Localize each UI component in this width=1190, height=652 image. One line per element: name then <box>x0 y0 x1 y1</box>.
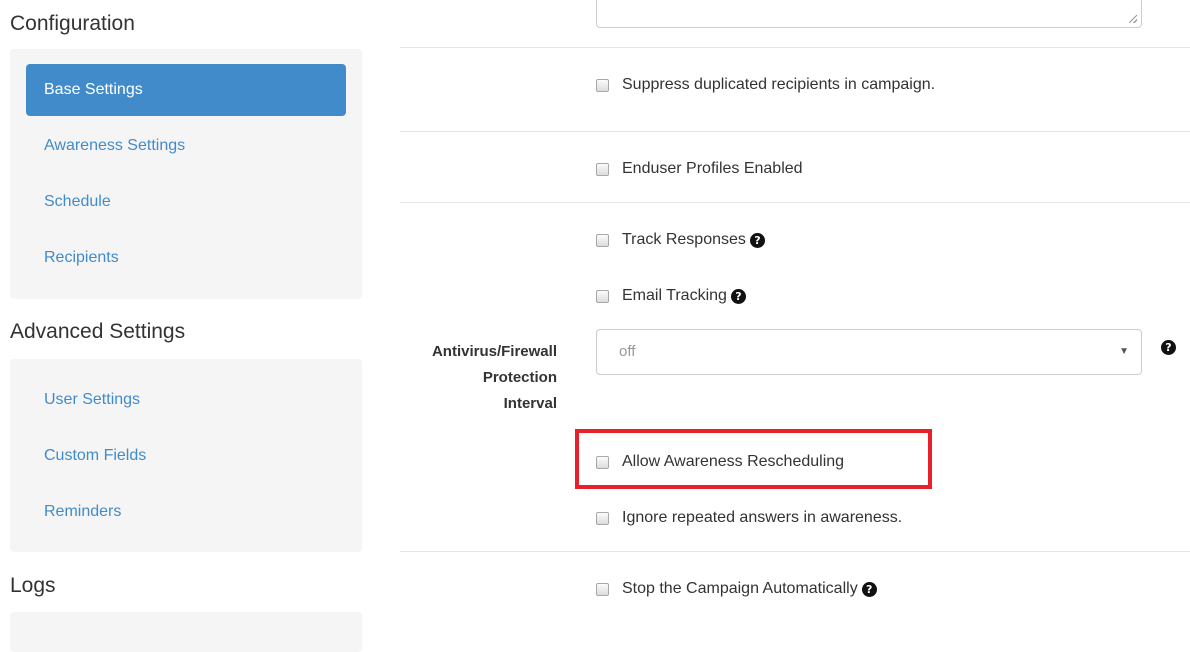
enduser-profiles-checkbox[interactable] <box>596 162 609 176</box>
av-interval-select-value: off <box>619 343 636 360</box>
help-icon[interactable]: ? <box>861 581 877 597</box>
track-responses-checkbox[interactable] <box>596 233 609 247</box>
ignore-repeated-row: Ignore repeated answers in awareness. <box>596 507 902 529</box>
enduser-profiles-row: Enduser Profiles Enabled <box>596 158 803 180</box>
caret-down-icon: ▼ <box>1119 346 1129 357</box>
email-tracking-row: Email Tracking ? <box>596 285 746 307</box>
help-icon[interactable]: ? <box>749 232 765 248</box>
resize-grip-icon[interactable] <box>1129 15 1137 23</box>
configuration-title: Configuration <box>10 12 135 35</box>
av-interval-select[interactable]: off ▼ <box>596 329 1142 375</box>
nav-base-settings[interactable]: Base Settings <box>26 64 346 116</box>
email-tracking-label: Email Tracking <box>622 287 727 304</box>
logs-panel <box>10 612 362 652</box>
nav-schedule[interactable]: Schedule <box>26 176 346 228</box>
stop-campaign-row: Stop the Campaign Automatically ? <box>596 578 877 600</box>
email-tracking-checkbox[interactable] <box>596 289 609 303</box>
nav-user-settings[interactable]: User Settings <box>26 374 346 426</box>
divider <box>400 131 1190 132</box>
ignore-repeated-label: Ignore repeated answers in awareness. <box>622 509 903 526</box>
enduser-profiles-label: Enduser Profiles Enabled <box>622 160 803 177</box>
av-interval-label-line: Antivirus/Firewall <box>431 343 557 360</box>
suppress-duplicates-checkbox[interactable] <box>596 78 609 92</box>
divider <box>400 47 1190 48</box>
help-icon[interactable]: ? <box>730 288 746 304</box>
divider <box>400 551 1190 552</box>
help-icon[interactable]: ? <box>1161 340 1176 355</box>
highlight-annotation <box>575 429 932 489</box>
suppress-duplicates-row: Suppress duplicated recipients in campai… <box>596 74 935 96</box>
track-responses-row: Track Responses ? <box>596 229 765 251</box>
ignore-repeated-checkbox[interactable] <box>596 511 609 525</box>
av-interval-label: Antivirus/Firewall Protection Interval <box>380 339 557 417</box>
stop-campaign-checkbox[interactable] <box>596 582 609 596</box>
track-responses-label: Track Responses <box>622 231 746 248</box>
stop-campaign-label: Stop the Campaign Automatically <box>622 580 858 597</box>
divider <box>400 202 1190 203</box>
logs-title: Logs <box>10 574 56 597</box>
suppress-duplicates-label: Suppress duplicated recipients in campai… <box>622 76 936 93</box>
configuration-panel: Base Settings Awareness Settings Schedul… <box>10 49 362 299</box>
av-interval-label-line: Interval <box>503 395 557 412</box>
nav-awareness-settings[interactable]: Awareness Settings <box>26 120 346 172</box>
av-interval-label-line: Protection <box>482 369 557 386</box>
advanced-settings-title: Advanced Settings <box>10 320 186 343</box>
nav-recipients[interactable]: Recipients <box>26 232 346 284</box>
description-textarea[interactable] <box>596 0 1142 28</box>
nav-custom-fields[interactable]: Custom Fields <box>26 430 346 482</box>
nav-reminders[interactable]: Reminders <box>26 486 346 538</box>
advanced-settings-panel: User Settings Custom Fields Reminders <box>10 359 362 552</box>
